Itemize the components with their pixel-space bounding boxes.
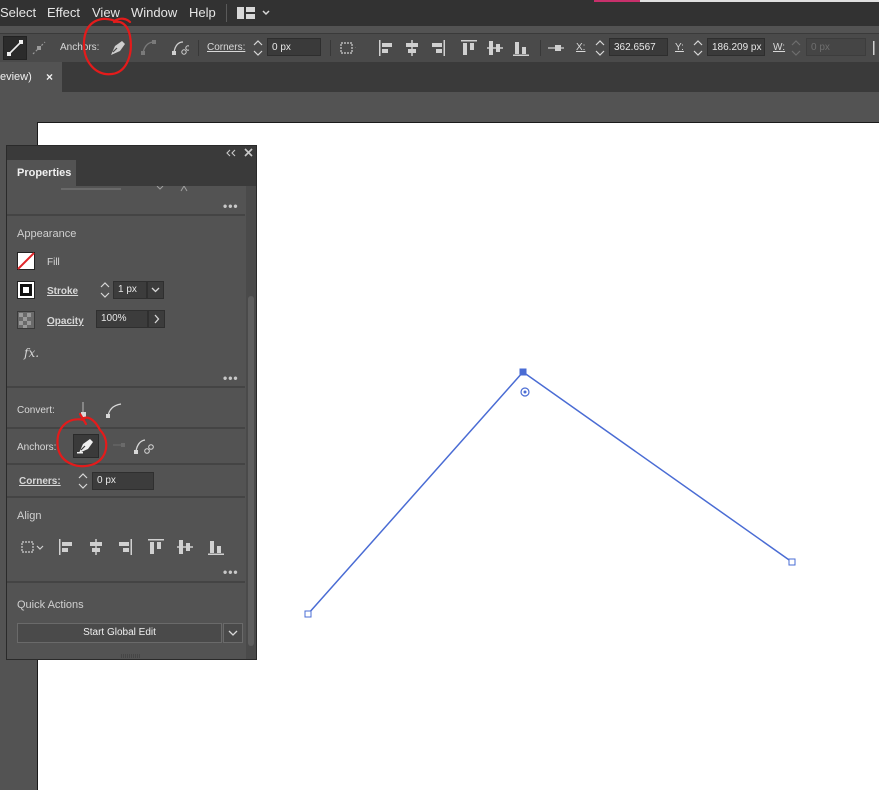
section-divider bbox=[7, 214, 245, 216]
align-bottom-icon[interactable] bbox=[207, 537, 225, 557]
align-top-icon[interactable] bbox=[147, 537, 165, 557]
anchor-point[interactable] bbox=[788, 558, 796, 566]
selected-path[interactable] bbox=[307, 371, 793, 615]
panel-tab-row: Properties bbox=[7, 160, 256, 186]
fill-label: Fill bbox=[47, 257, 60, 268]
quick-actions-title: Quick Actions bbox=[17, 599, 84, 611]
convert-corner-icon[interactable] bbox=[75, 401, 93, 419]
tab-properties[interactable]: Properties bbox=[7, 160, 76, 186]
align-title: Align bbox=[17, 510, 42, 522]
section-divider bbox=[7, 427, 245, 429]
align-left-icon[interactable] bbox=[57, 537, 75, 557]
tab-properties-label: Properties bbox=[17, 167, 72, 179]
close-panel-icon[interactable] bbox=[244, 148, 253, 157]
section-divider bbox=[7, 581, 245, 583]
align-to-icon[interactable] bbox=[19, 538, 47, 556]
convert-label: Convert: bbox=[17, 405, 55, 416]
stroke-label[interactable]: Stroke bbox=[47, 286, 78, 297]
live-corner-widget-dot bbox=[523, 390, 527, 394]
corners-input[interactable]: 0 px bbox=[92, 472, 154, 490]
chevron-right-icon bbox=[154, 314, 160, 324]
global-edit-options-button[interactable] bbox=[223, 623, 243, 643]
opacity-checker-icon bbox=[17, 311, 35, 329]
chevron-down-icon bbox=[228, 630, 238, 636]
appearance-title: Appearance bbox=[17, 228, 77, 240]
chevron-down-icon bbox=[151, 287, 160, 293]
remove-anchor-button[interactable] bbox=[73, 434, 99, 458]
stroke-stepper-icon[interactable] bbox=[99, 280, 111, 300]
align-middle-icon[interactable] bbox=[176, 537, 194, 557]
more-align-options-icon[interactable]: ••• bbox=[223, 565, 239, 579]
anchor-point-selected[interactable] bbox=[519, 368, 527, 376]
start-global-edit-button[interactable]: Start Global Edit bbox=[17, 623, 222, 643]
fx-button[interactable]: fx. bbox=[24, 346, 39, 360]
opacity-expand-button[interactable] bbox=[148, 310, 165, 328]
cut-path-icon[interactable] bbox=[133, 436, 155, 456]
stroke-weight-dropdown[interactable] bbox=[147, 281, 164, 299]
fill-swatch-icon[interactable] bbox=[17, 252, 35, 270]
section-divider bbox=[7, 463, 245, 465]
anchors-label: Anchors: bbox=[17, 442, 57, 453]
panel-resize-grip-icon[interactable] bbox=[119, 654, 143, 659]
stroke-weight-input[interactable]: 1 px bbox=[113, 281, 147, 299]
stroke-swatch-icon[interactable] bbox=[17, 281, 35, 299]
panel-header[interactable] bbox=[7, 146, 256, 160]
properties-panel: Properties ••• Appearance Fill Stroke 1 … bbox=[6, 145, 257, 660]
more-options-icon[interactable]: ••• bbox=[223, 199, 239, 213]
clipped-section-icons bbox=[61, 186, 188, 192]
remove-anchor-icon bbox=[77, 439, 93, 454]
more-appearance-options-icon[interactable]: ••• bbox=[223, 371, 239, 385]
collapse-panel-icon[interactable] bbox=[225, 149, 237, 157]
anchor-point[interactable] bbox=[304, 610, 312, 618]
convert-smooth-icon[interactable] bbox=[105, 401, 125, 419]
corners-stepper-icon[interactable] bbox=[77, 471, 89, 491]
corners-label[interactable]: Corners: bbox=[19, 476, 61, 487]
opacity-label[interactable]: Opacity bbox=[47, 316, 84, 327]
align-right-icon[interactable] bbox=[116, 537, 134, 557]
opacity-input[interactable]: 100% bbox=[96, 310, 148, 328]
panel-scrollbar-thumb[interactable] bbox=[248, 296, 254, 646]
section-divider bbox=[7, 496, 245, 498]
align-center-icon[interactable] bbox=[87, 537, 105, 557]
section-divider bbox=[7, 386, 245, 388]
connect-anchor-icon[interactable] bbox=[107, 436, 127, 454]
